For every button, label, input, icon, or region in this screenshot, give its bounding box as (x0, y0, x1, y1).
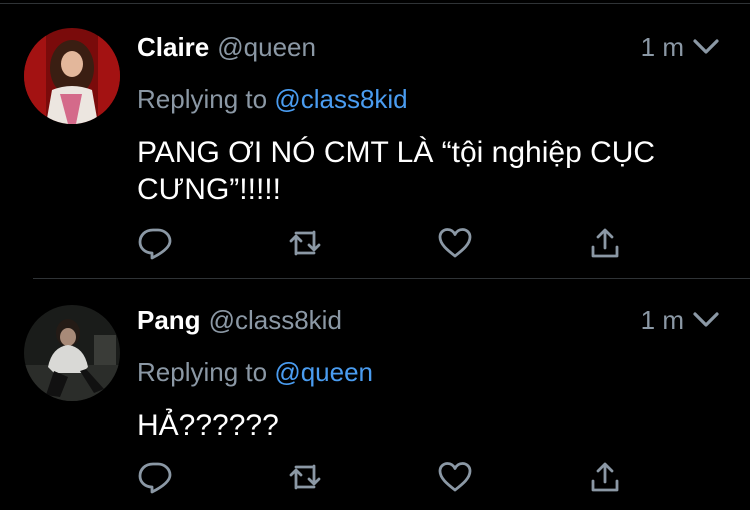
like-button[interactable] (437, 225, 473, 261)
heart-icon (438, 228, 472, 258)
tweet-pang[interactable]: Pang @class8kid 1 m Replying to @queen HẢ… (0, 279, 750, 510)
retweet-icon (289, 464, 321, 490)
mention-link[interactable]: @queen (274, 357, 373, 387)
reply-button[interactable] (137, 225, 173, 261)
share-icon (591, 228, 619, 258)
share-icon (591, 462, 619, 492)
chevron-down-icon[interactable] (692, 36, 720, 58)
replying-prefix: Replying to (137, 84, 268, 114)
timestamp[interactable]: 1 m (641, 305, 684, 336)
heart-icon (438, 462, 472, 492)
tweet-header: Claire @queen 1 m (137, 32, 720, 66)
retweet-button[interactable] (287, 459, 323, 495)
like-button[interactable] (437, 459, 473, 495)
timestamp[interactable]: 1 m (641, 32, 684, 63)
chevron-down-icon[interactable] (692, 309, 720, 331)
replying-to: Replying to @queen (137, 357, 373, 388)
tweet-actions (137, 459, 637, 495)
tweet-claire[interactable]: Claire @queen 1 m Replying to @class8kid … (0, 4, 750, 278)
mention-link[interactable]: @class8kid (274, 84, 407, 114)
tweet-actions (137, 225, 637, 261)
reply-icon (138, 462, 172, 494)
replying-to: Replying to @class8kid (137, 84, 408, 115)
avatar[interactable] (24, 305, 120, 401)
reply-button[interactable] (137, 459, 173, 495)
tweet-text: PANG ƠI NÓ CMT LÀ “tội nghiệp CỤC CƯNG”!… (137, 136, 656, 206)
display-name[interactable]: Claire (137, 32, 209, 62)
replying-prefix: Replying to (137, 357, 268, 387)
avatar-image-pang (24, 305, 120, 401)
share-button[interactable] (587, 459, 623, 495)
tweet-text: HẢ?????? (137, 409, 279, 442)
avatar-image-claire (24, 28, 120, 124)
reply-icon (138, 228, 172, 260)
avatar[interactable] (24, 28, 120, 124)
display-name[interactable]: Pang (137, 305, 201, 335)
user-handle[interactable]: @class8kid (209, 305, 342, 335)
retweet-button[interactable] (287, 225, 323, 261)
user-handle[interactable]: @queen (217, 32, 316, 62)
retweet-icon (289, 230, 321, 256)
tweet-header: Pang @class8kid 1 m (137, 305, 720, 339)
share-button[interactable] (587, 225, 623, 261)
